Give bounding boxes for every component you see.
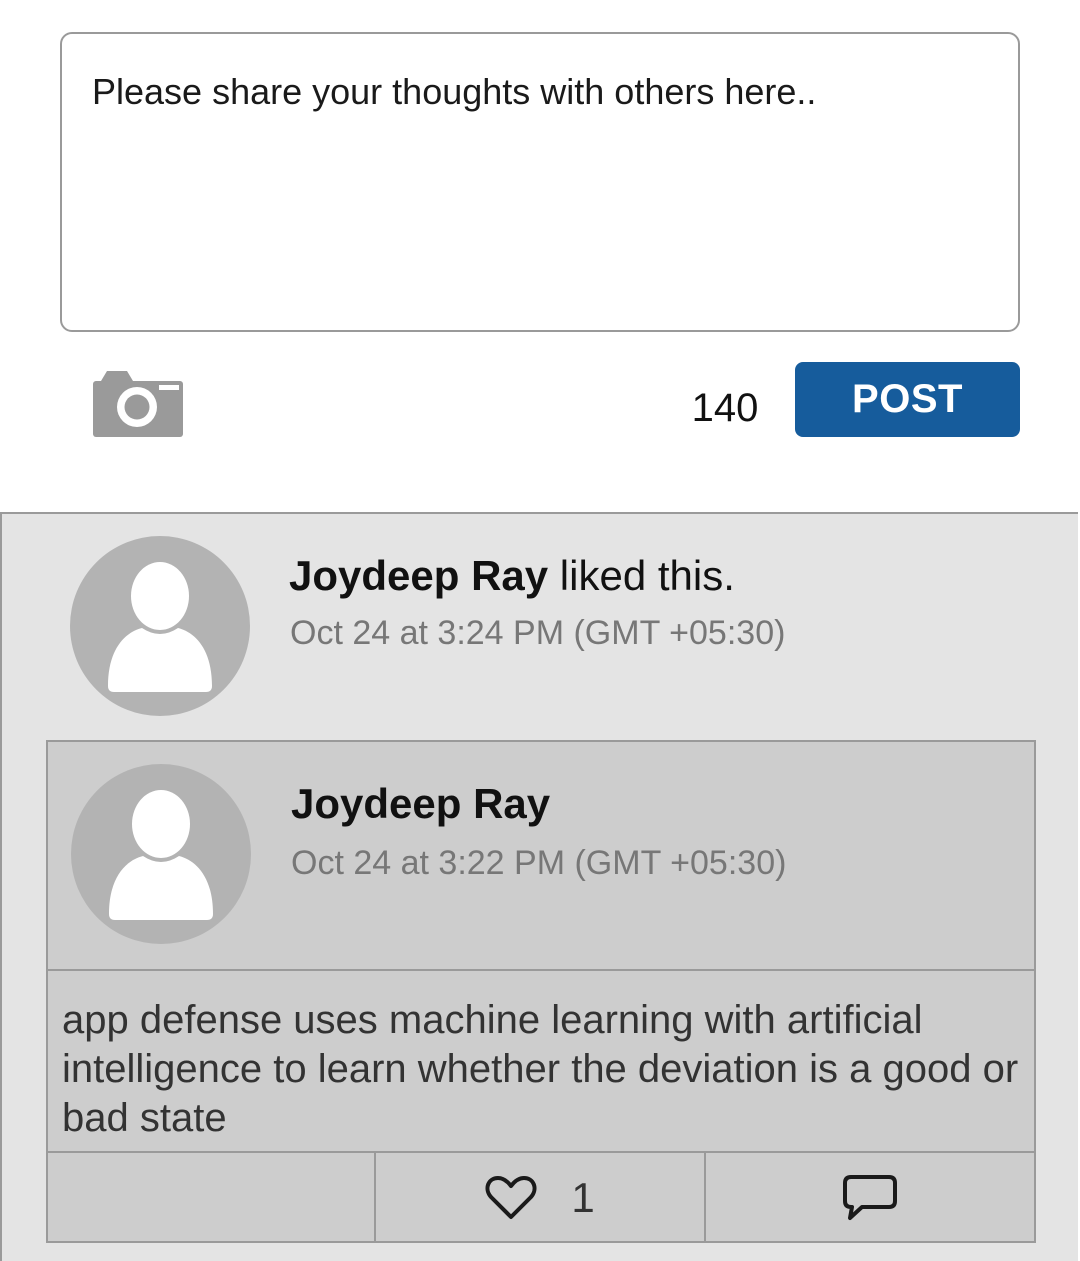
heart-icon [485, 1176, 537, 1219]
activity-title: Joydeep Ray liked this. [289, 552, 735, 600]
post-body-text: app defense uses machine learning with a… [62, 998, 1019, 1140]
activity-user-name[interactable]: Joydeep Ray [289, 552, 548, 599]
activity-action-text: liked this. [548, 552, 735, 599]
post-timestamp: Oct 24 at 3:22 PM (GMT +05:30) [291, 844, 787, 882]
post-text-input[interactable] [62, 34, 1018, 330]
avatar[interactable] [70, 536, 250, 716]
like-button[interactable]: 1 [376, 1153, 706, 1243]
camera-icon[interactable] [93, 369, 183, 437]
post-action-bar: 1 [48, 1151, 1034, 1243]
post-header: Joydeep Ray Oct 24 at 3:22 PM (GMT +05:3… [48, 742, 1034, 971]
post-composer: 140 POST [0, 0, 1080, 512]
user-placeholder-icon [108, 562, 212, 692]
post-author-name[interactable]: Joydeep Ray [291, 780, 550, 828]
character-counter: 140 [691, 386, 759, 430]
action-slot-empty [48, 1153, 376, 1243]
post-button[interactable]: POST [795, 362, 1020, 437]
like-count: 1 [571, 1174, 595, 1221]
comment-button[interactable] [706, 1153, 1034, 1243]
user-placeholder-icon [109, 790, 213, 920]
comment-icon [843, 1175, 897, 1220]
activity-feed: Joydeep Ray liked this. Oct 24 at 3:24 P… [0, 512, 1078, 1261]
post-textbox[interactable] [60, 32, 1020, 332]
activity-timestamp: Oct 24 at 3:24 PM (GMT +05:30) [290, 614, 786, 652]
post-card: Joydeep Ray Oct 24 at 3:22 PM (GMT +05:3… [46, 740, 1036, 1243]
avatar[interactable] [71, 764, 251, 944]
